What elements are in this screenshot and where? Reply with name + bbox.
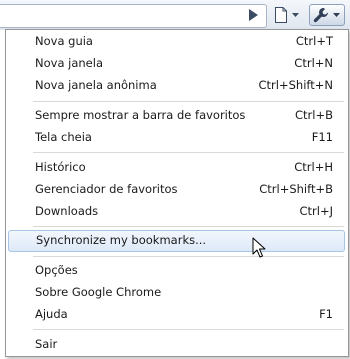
wrench-menu-button[interactable] <box>309 4 345 26</box>
mouse-cursor-icon <box>252 237 266 258</box>
menu-item-new-window[interactable]: Nova janela Ctrl+N <box>7 53 347 73</box>
menu-separator <box>33 226 344 227</box>
menu-item-label: Sobre Google Chrome <box>35 285 162 299</box>
menu-item-shortcut: Ctrl+Shift+N <box>258 78 333 92</box>
menu-separator <box>33 256 344 257</box>
menu-item-shortcut: Ctrl+B <box>295 108 333 122</box>
menu-separator <box>33 101 344 102</box>
menu-item-label: Opções <box>35 263 78 277</box>
wrench-dropdown-menu: Nova guia Ctrl+T Nova janela Ctrl+N Nova… <box>5 29 349 357</box>
menu-item-always-show-bookmarks-bar[interactable]: Sempre mostrar a barra de favoritos Ctrl… <box>7 105 347 125</box>
wrench-icon <box>313 8 328 23</box>
menu-item-shortcut: Ctrl+T <box>295 34 333 48</box>
menu-item-new-incognito-window[interactable]: Nova janela anônima Ctrl+Shift+N <box>7 75 347 95</box>
menu-item-label: Sair <box>35 337 58 351</box>
menu-item-shortcut: F11 <box>311 130 333 144</box>
chevron-down-icon <box>292 13 299 17</box>
menu-item-label: Sempre mostrar a barra de favoritos <box>35 108 246 122</box>
menu-item-shortcut: Ctrl+N <box>294 56 333 70</box>
menu-separator <box>33 329 344 330</box>
menu-item-label: Nova janela anônima <box>35 78 157 92</box>
menu-item-label: Gerenciador de favoritos <box>35 182 178 196</box>
menu-item-label: Nova guia <box>35 34 93 48</box>
play-arrow-icon <box>249 9 258 21</box>
menu-item-shortcut: Ctrl+J <box>299 204 334 218</box>
page-menu-button[interactable] <box>271 4 303 26</box>
menu-item-help[interactable]: Ajuda F1 <box>7 304 347 324</box>
browser-toolbar <box>0 0 350 30</box>
menu-item-shortcut: Ctrl+H <box>294 160 333 174</box>
menu-item-exit[interactable]: Sair <box>7 334 347 354</box>
menu-item-history[interactable]: Histórico Ctrl+H <box>7 157 347 177</box>
menu-item-new-tab[interactable]: Nova guia Ctrl+T <box>7 31 347 51</box>
menu-item-label: Ajuda <box>35 307 68 321</box>
menu-item-downloads[interactable]: Downloads Ctrl+J <box>7 201 347 221</box>
menu-item-label: Tela cheia <box>35 130 92 144</box>
menu-item-options[interactable]: Opções <box>7 260 347 280</box>
menu-item-label: Histórico <box>35 160 86 174</box>
page-icon <box>275 7 287 23</box>
menu-item-synchronize-bookmarks[interactable]: Synchronize my bookmarks... <box>8 230 345 252</box>
menu-separator <box>33 152 344 153</box>
menu-item-label: Synchronize my bookmarks... <box>36 233 207 247</box>
menu-item-full-screen[interactable]: Tela cheia F11 <box>7 127 347 147</box>
menu-item-label: Nova janela <box>35 56 103 70</box>
menu-item-label: Downloads <box>35 204 99 218</box>
address-bar[interactable] <box>0 4 267 28</box>
menu-item-about-chrome[interactable]: Sobre Google Chrome <box>7 282 347 302</box>
menu-item-shortcut: F1 <box>319 307 333 321</box>
go-button[interactable] <box>241 4 265 26</box>
menu-item-shortcut: Ctrl+Shift+B <box>259 182 333 196</box>
menu-item-bookmark-manager[interactable]: Gerenciador de favoritos Ctrl+Shift+B <box>7 179 347 199</box>
chevron-down-icon <box>333 13 340 17</box>
